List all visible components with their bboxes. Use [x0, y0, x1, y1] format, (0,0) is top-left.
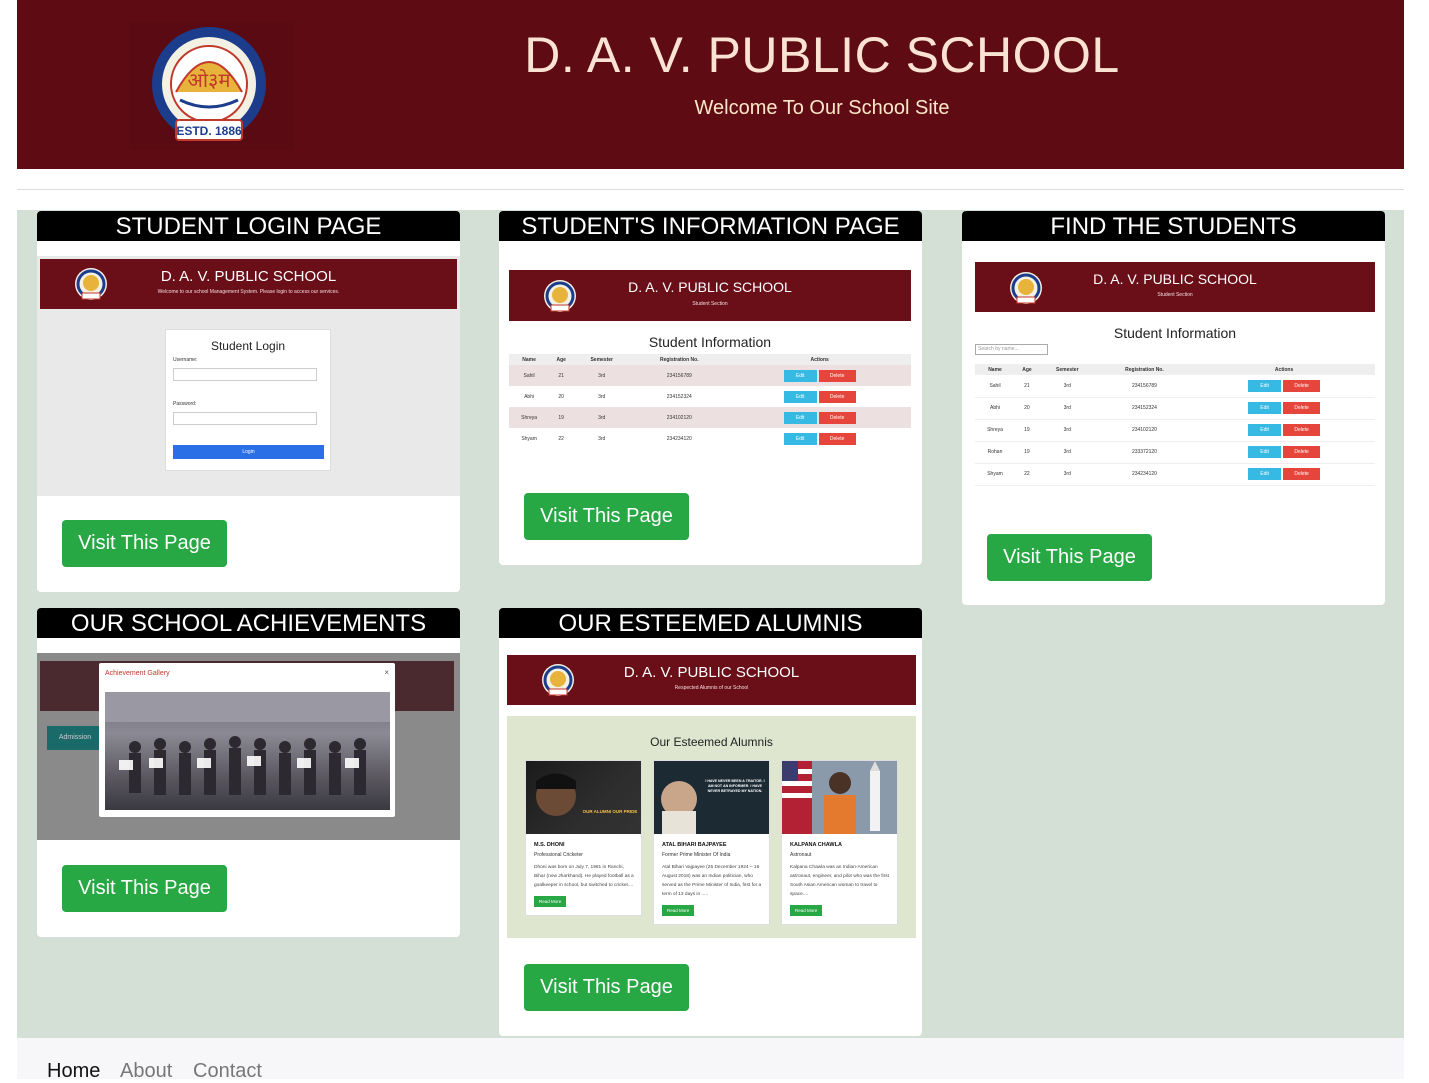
- alumni-card: I HAVE NEVER BEEN A TRAITOR. I AM NOT AN…: [653, 760, 770, 925]
- preview-heading: Student Information: [648, 334, 772, 350]
- site-subtitle: Welcome To Our School Site: [694, 97, 950, 119]
- header-divider: [17, 189, 1404, 190]
- login-form: Student Login Username: Password: Login: [165, 329, 331, 471]
- main-content: STUDENT LOGIN PAGE D. A. V. PUBLIC SCHOO…: [17, 210, 1404, 1038]
- card-student-information: STUDENT'S INFORMATION PAGE D. A. V. PUBL…: [499, 211, 922, 565]
- login-preview-image: D. A. V. PUBLIC SCHOOL Welcome to our sc…: [37, 256, 460, 496]
- svg-text:OUR ALUMNI OUR PRIDE: OUR ALUMNI OUR PRIDE: [583, 809, 638, 814]
- visit-achievements-button[interactable]: Visit This Page: [62, 865, 227, 912]
- visit-login-button[interactable]: Visit This Page: [62, 520, 227, 567]
- achievement-gallery-modal: Achievement Gallery ×: [99, 663, 395, 817]
- preview-header: D. A. V. PUBLIC SCHOOL Student Section: [509, 270, 911, 321]
- visit-information-button[interactable]: Visit This Page: [524, 493, 689, 540]
- group-photo-image: [105, 692, 390, 810]
- card-title: FIND THE STUDENTS: [962, 211, 1385, 241]
- student-table: Name Age Semester Registration No. Actions S…: [975, 364, 1375, 486]
- site-title: D. A. V. PUBLIC SCHOOL: [524, 27, 1120, 83]
- preview-heading: Student Information: [1113, 325, 1237, 341]
- alumni-card: OUR ALUMNI OUR PRIDE M.S. DHONI Professi…: [525, 760, 642, 916]
- card-title: OUR ESTEEMED ALUMNIS: [499, 608, 922, 638]
- card-title: STUDENT'S INFORMATION PAGE: [499, 211, 922, 241]
- kalpana-chawla-photo: [782, 761, 897, 834]
- nav-home-link[interactable]: Home: [47, 1060, 100, 1083]
- achievements-preview-image: Admission Achievement Gallery ×: [37, 653, 460, 840]
- close-icon: ×: [384, 668, 389, 677]
- card-achievements: OUR SCHOOL ACHIEVEMENTS Admission Achiev…: [37, 608, 460, 937]
- read-more-button: Read More: [534, 896, 567, 907]
- read-more-button: Read More: [790, 905, 823, 916]
- alumni-preview-image: D. A. V. PUBLIC SCHOOL Respected Alumnis…: [499, 653, 922, 939]
- alumni-card: KALPANA CHAWLA Astronaut Kalpana Chawla …: [781, 760, 898, 925]
- svg-text:ESTD. 1886: ESTD. 1886: [176, 124, 242, 138]
- card-student-login: STUDENT LOGIN PAGE D. A. V. PUBLIC SCHOO…: [37, 211, 460, 592]
- find-preview-image: D. A. V. PUBLIC SCHOOL Student Section S…: [975, 262, 1375, 492]
- card-find-students: FIND THE STUDENTS D. A. V. PUBLIC SCHOOL…: [962, 211, 1385, 605]
- read-more-button: Read More: [662, 905, 695, 916]
- preview-header: D. A. V. PUBLIC SCHOOL Welcome to our sc…: [40, 259, 457, 309]
- card-title: OUR SCHOOL ACHIEVEMENTS: [37, 608, 460, 638]
- preview-heading: Our Esteemed Alumnis: [650, 735, 773, 749]
- site-header: ओ३म ESTD. 1886 D. A. V. PUBLIC SCHOOL We…: [17, 0, 1404, 169]
- info-preview-image: D. A. V. PUBLIC SCHOOL Student Section S…: [509, 270, 911, 455]
- card-title: STUDENT LOGIN PAGE: [37, 211, 460, 241]
- visit-alumni-button[interactable]: Visit This Page: [524, 964, 689, 1011]
- student-table: Name Age Semester Registration No. Actions S…: [509, 354, 911, 449]
- preview-header: D. A. V. PUBLIC SCHOOL Student Section: [975, 262, 1375, 312]
- card-alumni: OUR ESTEEMED ALUMNIS D. A. V. PUBLIC SCH…: [499, 608, 922, 1036]
- login-button: Login: [173, 445, 324, 459]
- preview-header: D. A. V. PUBLIC SCHOOL Respected Alumnis…: [507, 655, 916, 705]
- password-input: [173, 412, 317, 425]
- nav-about-link[interactable]: About: [120, 1060, 172, 1083]
- vajpayee-photo: I HAVE NEVER BEEN A TRAITOR. I AM NOT AN…: [654, 761, 769, 834]
- dhoni-photo: OUR ALUMNI OUR PRIDE: [526, 761, 641, 834]
- footer-nav: Home About Contact: [17, 1038, 1404, 1082]
- search-input: Search by name...: [975, 344, 1048, 355]
- username-input: [173, 368, 317, 381]
- nav-contact-link[interactable]: Contact: [193, 1060, 262, 1083]
- visit-find-button[interactable]: Visit This Page: [987, 534, 1152, 581]
